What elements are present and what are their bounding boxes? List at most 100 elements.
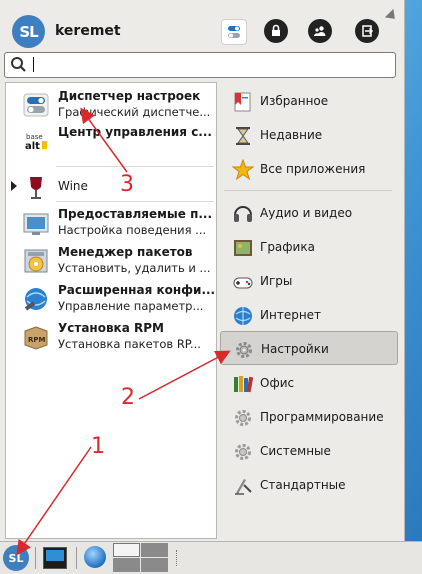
workspace-1[interactable]	[113, 543, 140, 557]
lock-glyph	[272, 24, 280, 36]
app-item-preferred-apps[interactable]: Предоставляемые п... Настройка поведения…	[6, 205, 216, 239]
search-icon	[11, 57, 26, 72]
app-description: Настройка поведения ...	[58, 223, 207, 237]
category-office[interactable]: Офис	[220, 366, 396, 398]
category-label: Программирование	[260, 410, 384, 424]
package-manager-icon	[24, 249, 48, 273]
username-label: keremet	[55, 23, 121, 39]
category-all-apps[interactable]: Все приложения	[220, 152, 396, 184]
multimedia-icon	[234, 206, 252, 222]
graphics-icon	[234, 240, 252, 256]
svg-text:alt: alt	[25, 141, 40, 152]
category-label: Настройки	[261, 342, 329, 356]
app-item-package-manager[interactable]: Менеджер пакетов Установить, удалить и .…	[6, 243, 216, 277]
category-label: Офис	[260, 376, 295, 390]
app-item-advanced-config[interactable]: Расширенная конфи... Управление параметр…	[6, 281, 216, 315]
application-menu: SL keremet Диспетчер настроек Графически…	[0, 0, 405, 542]
settings-gear-icon	[236, 342, 252, 358]
app-title: Установка RPM	[58, 321, 164, 335]
accessories-icon	[235, 479, 252, 495]
wine-icon	[30, 177, 42, 199]
show-desktop-icon[interactable]	[43, 547, 67, 569]
annotation-number-1: 1	[91, 434, 105, 459]
category-label: Графика	[260, 240, 315, 254]
category-system[interactable]: Системные	[220, 434, 396, 466]
workspace-4[interactable]	[141, 558, 168, 572]
settings-toggle-glyph	[228, 26, 240, 38]
expand-arrow-icon[interactable]	[11, 181, 17, 191]
app-item-wine[interactable]: Wine	[6, 170, 216, 204]
avatar-text: SL	[19, 22, 38, 41]
category-settings[interactable]: Настройки	[220, 331, 398, 365]
office-icon	[234, 376, 254, 393]
category-recent[interactable]: Недавние	[220, 118, 396, 150]
category-label: Избранное	[260, 94, 329, 108]
category-multimedia[interactable]: Аудио и видео	[220, 196, 396, 228]
category-games[interactable]: Игры	[220, 264, 396, 296]
logout-icon[interactable]	[355, 19, 379, 43]
lock-icon[interactable]	[264, 19, 288, 43]
category-accessories[interactable]: Стандартные	[220, 468, 396, 500]
toggle-settings-icon	[23, 93, 49, 117]
resize-corner-icon[interactable]	[384, 8, 400, 24]
app-title: Центр управления с...	[58, 125, 212, 139]
app-description: Установка пакетов RP...	[58, 337, 201, 351]
category-label: Игры	[260, 274, 293, 288]
category-internet[interactable]: Интернет	[220, 298, 396, 330]
category-graphics[interactable]: Графика	[220, 230, 396, 262]
menu-header: SL keremet	[0, 0, 404, 52]
workspace-2[interactable]	[141, 543, 168, 557]
basealt-icon: base alt	[24, 131, 48, 152]
switch-user-icon[interactable]	[308, 19, 332, 43]
app-item-settings-manager[interactable]: Диспетчер настроек Графический диспетче.…	[6, 87, 216, 121]
browser-launcher-icon[interactable]	[84, 546, 106, 568]
taskbar-separator	[35, 547, 36, 569]
app-title: Wine	[58, 179, 88, 193]
workspace-3[interactable]	[113, 558, 140, 572]
games-icon	[233, 277, 253, 289]
app-description: Управление параметр...	[58, 299, 204, 313]
app-title: Расширенная конфи...	[58, 283, 214, 297]
svg-text:base: base	[26, 133, 43, 141]
advanced-config-icon	[24, 288, 47, 311]
app-item-rpm-install[interactable]: RPM Установка RPM Установка пакетов RP..…	[6, 319, 216, 353]
rpm-icon: RPM	[24, 326, 48, 350]
recent-icon	[236, 127, 250, 145]
list-divider	[56, 201, 214, 202]
app-description: Установить, удалить и ...	[58, 261, 211, 275]
development-icon	[235, 410, 251, 426]
annotation-number-3: 3	[120, 172, 134, 197]
users-glyph	[314, 26, 326, 36]
logout-glyph	[362, 25, 374, 37]
category-label: Стандартные	[260, 478, 346, 492]
category-label: Интернет	[260, 308, 322, 322]
category-label: Аудио и видео	[260, 206, 353, 220]
star-icon	[232, 159, 254, 181]
taskbar: SL	[0, 541, 422, 574]
app-item-control-center[interactable]: base alt Центр управления с...	[6, 123, 216, 157]
app-title: Диспетчер настроек	[58, 89, 201, 103]
search-input[interactable]	[31, 55, 390, 75]
text-caret	[33, 57, 34, 72]
category-favorites[interactable]: Избранное	[220, 84, 396, 116]
settings-icon[interactable]	[221, 19, 247, 45]
system-icon	[235, 444, 251, 460]
application-list: Диспетчер настроек Графический диспетче.…	[5, 82, 217, 539]
menu-launcher-button[interactable]: SL	[3, 545, 29, 571]
category-label: Системные	[260, 444, 331, 458]
category-divider	[224, 190, 392, 191]
category-label: Все приложения	[260, 162, 366, 176]
annotation-number-2: 2	[121, 385, 135, 410]
app-description: Графический диспетче...	[58, 105, 211, 119]
workspace-pager[interactable]	[113, 543, 169, 573]
search-field[interactable]	[4, 52, 396, 78]
user-avatar: SL	[12, 15, 45, 48]
svg-text:RPM: RPM	[28, 336, 46, 344]
taskbar-handle[interactable]	[176, 550, 181, 566]
preferred-apps-icon	[23, 213, 49, 235]
app-title: Менеджер пакетов	[58, 245, 193, 259]
favorites-icon	[234, 92, 251, 112]
list-divider	[56, 166, 214, 167]
category-label: Недавние	[260, 128, 323, 142]
category-development[interactable]: Программирование	[220, 400, 396, 432]
